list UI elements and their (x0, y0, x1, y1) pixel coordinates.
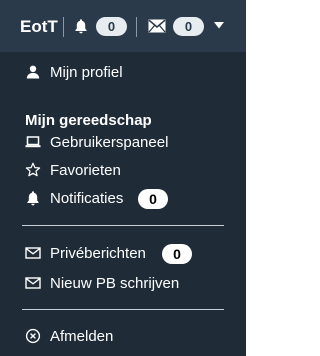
menu-item-label: Mijn profiel (50, 64, 123, 81)
notifications-badge[interactable]: 0 (96, 17, 127, 36)
menu-item-private-messages[interactable]: Privéberichten 0 (0, 241, 246, 265)
menu-item-profile[interactable]: Mijn profiel (0, 60, 246, 84)
mail-icon (25, 247, 41, 259)
divider (63, 17, 64, 37)
divider (136, 17, 137, 37)
section-heading: Mijn gereedschap (25, 112, 152, 129)
site-logo[interactable]: EotT (20, 16, 58, 38)
caret-down-icon[interactable] (214, 22, 224, 29)
top-bar: EotT 0 0 (0, 0, 246, 52)
menu-item-label: Privéberichten (50, 245, 146, 262)
user-dropdown-menu: Mijn profiel Mijn gereedschap Gebruikers… (0, 52, 246, 356)
messages-badge[interactable]: 0 (173, 17, 204, 36)
menu-item-logout[interactable]: Afmelden (0, 324, 246, 348)
divider (22, 309, 224, 310)
menu-item-label: Nieuw PB schrijven (50, 275, 180, 292)
laptop-icon (25, 136, 41, 148)
messages-count-badge: 0 (162, 244, 192, 264)
menu-item-label: Afmelden (50, 328, 114, 345)
menu-item-user-panel[interactable]: Gebruikerspaneel (0, 130, 246, 154)
menu-item-new-message[interactable]: Nieuw PB schrijven (0, 271, 246, 295)
menu-item-label: Notificaties (50, 190, 124, 207)
star-icon (25, 162, 41, 177)
close-circle-icon (25, 328, 41, 344)
notifications-count-badge: 0 (138, 189, 168, 209)
user-icon (26, 65, 40, 79)
menu-item-label: Gebruikerspaneel (50, 134, 169, 151)
mail-icon (25, 277, 41, 289)
menu-item-favorites[interactable]: Favorieten (0, 158, 246, 182)
menu-item-label: Favorieten (50, 162, 121, 179)
bell-icon[interactable] (73, 18, 89, 34)
divider (22, 225, 224, 226)
bell-icon (27, 191, 39, 206)
mail-icon[interactable] (148, 19, 166, 33)
menu-item-notifications[interactable]: Notificaties 0 (0, 186, 246, 210)
